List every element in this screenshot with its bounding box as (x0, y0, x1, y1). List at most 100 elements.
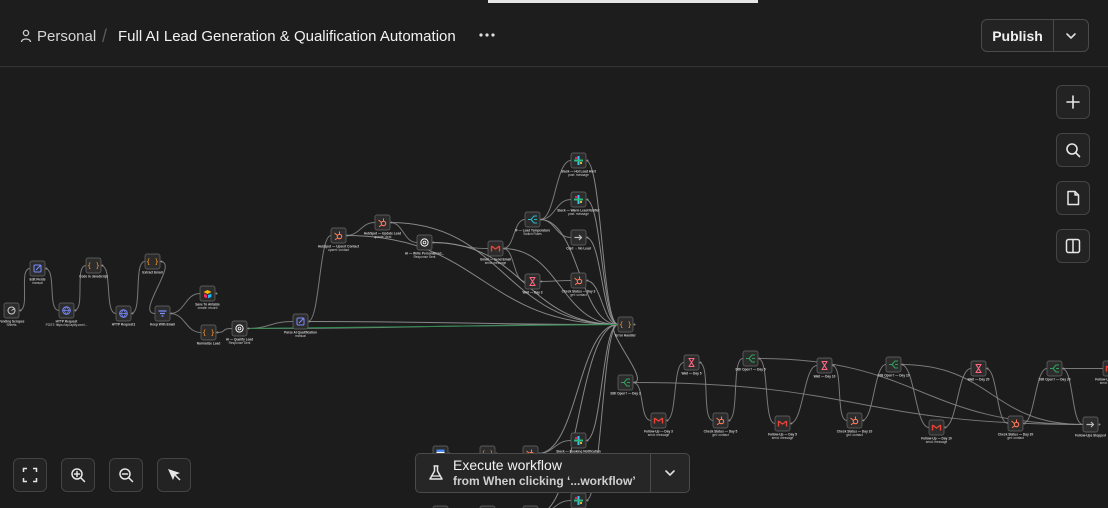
output-handle[interactable] (216, 331, 219, 334)
output-handle[interactable] (586, 159, 589, 162)
output-handle[interactable] (901, 363, 904, 366)
node-coldlist[interactable]: Cold → No Lead (566, 229, 591, 251)
output-handle[interactable] (74, 309, 77, 312)
output-handle[interactable] (160, 260, 163, 263)
output-handle[interactable] (944, 426, 947, 429)
node-qualify[interactable]: AI — Qualify LeadResponse Sent (226, 320, 253, 345)
node-errorhandler[interactable]: { } Error Handler (615, 316, 637, 338)
node-wait10[interactable]: Wait — Day 10 (814, 357, 836, 379)
chevron-down-icon (665, 470, 675, 477)
output-handle[interactable] (586, 499, 589, 502)
node-checkstatus3[interactable]: Check Status — Day 3get: contact (562, 272, 596, 297)
output-handle[interactable] (1062, 367, 1065, 370)
node-http1[interactable]: HTTP RequestPOST: https://api.apify.com/… (46, 302, 88, 327)
output-handle[interactable] (586, 439, 589, 442)
node-waitday3[interactable]: Wait — Day 3 (522, 273, 543, 295)
error-connection-coldlist (585, 237, 619, 325)
output-handle[interactable] (247, 327, 250, 330)
node-hsupdate[interactable]: HubSpot — Update Leadupdate: deal (364, 214, 401, 239)
node-stopped[interactable]: Follow-Ups Stopped (1075, 416, 1106, 438)
top-accent-bar (488, 0, 758, 3)
node-label: Code in JavaScript (79, 275, 109, 279)
node-extract[interactable]: { } Extract Email (142, 253, 163, 275)
output-handle[interactable] (758, 357, 761, 360)
execute-workflow-title: Execute workflow (453, 457, 562, 473)
output-handle[interactable] (1023, 422, 1026, 425)
node-http2[interactable]: HTTP Request1 (112, 305, 136, 327)
breadcrumb-project[interactable]: Personal (20, 26, 96, 46)
output-handle[interactable] (45, 267, 48, 270)
execute-options-button[interactable] (651, 454, 689, 492)
output-handle[interactable] (790, 422, 793, 425)
node-label: Still Open? — Day 3 (610, 392, 641, 396)
node-wait5[interactable]: Wait — Day 5 (681, 354, 702, 376)
zoom-in-button[interactable] (61, 458, 95, 492)
zoom-out-button[interactable] (109, 458, 143, 492)
node-gmailsend[interactable]: Gmail — Send Emailsend: message (480, 240, 511, 265)
node-wait20[interactable]: Wait — Day 20 (968, 360, 990, 382)
node-normalize[interactable]: { } Normalize Lead (197, 324, 221, 346)
node-label: Wait — Day 5 (681, 372, 701, 376)
output-handle[interactable] (1098, 423, 1101, 426)
output-handle[interactable] (432, 241, 435, 244)
node-iftemp[interactable]: IF — Lead TemperatureSwitch Rules (515, 211, 550, 236)
workflow-title[interactable]: Full AI Lead Generation & Qualification … (118, 26, 456, 46)
search-nodes-button[interactable] (1056, 133, 1090, 167)
add-sticky-note-button[interactable] (1056, 181, 1090, 215)
output-handle[interactable] (346, 234, 349, 237)
output-handle[interactable] (986, 367, 989, 370)
publish-menu-button[interactable] (1054, 20, 1088, 51)
node-code[interactable]: { } Code in JavaScript (79, 257, 109, 279)
node-slackhot[interactable]: Slack — Hot Lead Alertpost: message (561, 152, 597, 177)
connection-pending-to-editfields (18, 268, 31, 311)
output-handle[interactable] (215, 292, 218, 295)
node-followup20[interactable]: Follow-Up — Day 20send: message (1095, 360, 1108, 385)
output-handle[interactable] (699, 361, 702, 364)
fit-view-button[interactable] (13, 458, 47, 492)
node-slackreply[interactable]: Slack — Reply Notificationpost: message (558, 492, 598, 508)
output-handle[interactable] (586, 198, 589, 201)
output-handle[interactable] (170, 312, 173, 315)
connection-http1-to-code (73, 265, 87, 311)
node-keep[interactable]: Keep With Email (150, 305, 175, 327)
node-aiwrite[interactable]: AI — Write Personalized...Response Sent (405, 234, 444, 259)
node-airtable[interactable]: Save To Airtablecreate: record (195, 285, 220, 310)
output-handle[interactable] (390, 221, 393, 224)
node-followup10[interactable]: Follow-Up — Day 10send: message (921, 419, 952, 444)
output-handle[interactable] (586, 279, 589, 282)
output-handle[interactable] (862, 419, 865, 422)
output-handle[interactable] (633, 381, 636, 384)
output-handle[interactable] (540, 218, 543, 221)
node-editfields[interactable]: Edit Fieldsmanual (29, 260, 48, 285)
more-options-button[interactable] (474, 24, 500, 46)
publish-button[interactable]: Publish (982, 20, 1054, 51)
node-box (617, 374, 634, 391)
output-handle[interactable] (666, 419, 669, 422)
node-box (570, 272, 587, 289)
node-stillopen3[interactable]: Still Open? — Day 3 (610, 374, 641, 396)
chevron-down-icon (1066, 32, 1076, 39)
output-handle[interactable] (832, 364, 835, 367)
output-handle[interactable] (101, 264, 104, 267)
output-handle[interactable] (586, 236, 589, 239)
tidy-up-button[interactable] (157, 458, 191, 492)
workflow-canvas[interactable]: Pending Scrapes Sheets Edit Fields manual HT… (0, 68, 1108, 508)
output-handle[interactable] (503, 247, 506, 250)
node-box (524, 211, 541, 228)
code-icon: { } (619, 321, 632, 329)
error-connection-parse (307, 321, 619, 325)
output-handle[interactable] (633, 323, 636, 326)
node-label: Still Open? — Day 10 (877, 374, 909, 378)
node-followup3[interactable]: Follow-Up — Day 3send: message (644, 412, 673, 437)
output-handle[interactable] (540, 280, 543, 283)
output-handle[interactable] (308, 320, 311, 323)
output-handle[interactable] (131, 312, 134, 315)
execute-workflow-button[interactable]: Execute workflow from When clicking ‘...… (416, 454, 651, 492)
output-handle[interactable] (19, 309, 22, 312)
node-pending[interactable]: Pending ScrapesSheets (0, 302, 25, 327)
workflow-graph[interactable]: Pending ScrapesSheetsEdit Fieldsmanual HT… (0, 68, 1108, 508)
output-handle[interactable] (728, 419, 731, 422)
node-followup5[interactable]: Follow-Up — Day 5send: message (768, 415, 797, 440)
toggle-panel-button[interactable] (1056, 229, 1090, 263)
add-node-button[interactable] (1056, 85, 1090, 119)
